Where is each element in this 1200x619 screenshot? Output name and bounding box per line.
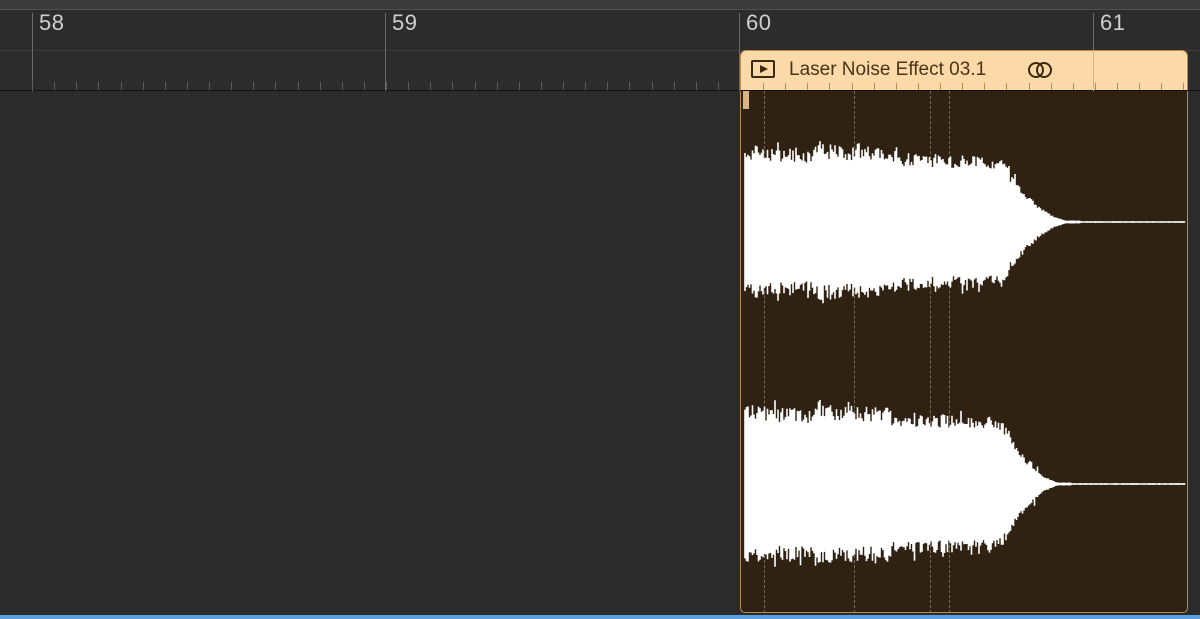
waveform-channel-left	[744, 141, 1186, 304]
header-tick	[940, 83, 941, 90]
bar-line-59	[385, 13, 386, 91]
waveform-channel-right	[744, 400, 1186, 567]
ruler-tick	[121, 82, 122, 90]
header-tick	[785, 83, 786, 90]
bar-number-58: 58	[39, 10, 65, 35]
top-edge	[0, 0, 1200, 10]
ruler-tick	[98, 82, 99, 90]
ruler-tick	[209, 82, 210, 90]
ruler-tick	[607, 82, 608, 90]
ruler-tick	[430, 82, 431, 90]
header-bar-marker	[1093, 51, 1094, 91]
header-tick	[962, 83, 963, 90]
ruler-tick	[320, 82, 321, 90]
ruler-tick	[187, 82, 188, 90]
ruler-tick	[54, 82, 55, 90]
ruler-tick	[408, 82, 409, 90]
ruler-tick	[231, 82, 232, 90]
header-tick	[1095, 83, 1096, 90]
header-tick	[1051, 83, 1052, 90]
ruler-tick	[718, 82, 719, 90]
bar-number-60: 60	[746, 10, 772, 35]
ruler-tick	[629, 82, 630, 90]
header-tick	[1183, 83, 1184, 90]
header-tick	[1006, 83, 1007, 90]
ruler-tick	[386, 82, 387, 90]
header-tick	[852, 83, 853, 90]
header-tick	[984, 83, 985, 90]
waveform-path	[744, 400, 1186, 567]
ruler-tick	[541, 82, 542, 90]
ruler-tick	[275, 82, 276, 90]
header-tick	[807, 83, 808, 90]
ruler-tick	[519, 82, 520, 90]
ruler-tick	[475, 82, 476, 90]
region-title: Laser Noise Effect 03.1	[789, 59, 987, 80]
ruler-tick	[497, 82, 498, 90]
ruler-tick	[696, 82, 697, 90]
ruler-tick	[563, 82, 564, 90]
ruler-tick	[452, 82, 453, 90]
ruler-tick	[585, 82, 586, 90]
ruler-tick	[342, 82, 343, 90]
ruler-tick	[76, 82, 77, 90]
header-tick	[763, 83, 764, 90]
ruler-tick	[32, 82, 33, 90]
bar-line-58	[32, 13, 33, 91]
ruler-tick	[674, 82, 675, 90]
waveform	[744, 141, 1186, 567]
bar-number-59: 59	[392, 10, 418, 35]
ruler-tick	[364, 82, 365, 90]
header-tick	[1139, 83, 1140, 90]
bar-number-61: 61	[1100, 10, 1126, 35]
ruler-tick	[143, 82, 144, 90]
ruler-tick	[652, 82, 653, 90]
loop-rings-icon	[1028, 62, 1052, 78]
header-tick	[1073, 83, 1074, 90]
audio-region[interactable]	[740, 91, 1188, 613]
selection-bar	[0, 615, 1200, 619]
region-header[interactable]: Laser Noise Effect 03.1	[740, 50, 1188, 91]
waveform-path	[744, 141, 1186, 304]
play-box-icon[interactable]	[751, 60, 775, 78]
header-tick	[1117, 83, 1118, 90]
ruler-tick	[253, 82, 254, 90]
header-tick	[1029, 83, 1030, 90]
header-tick	[874, 83, 875, 90]
ruler-tick	[165, 82, 166, 90]
header-tick	[829, 83, 830, 90]
header-tick	[918, 83, 919, 90]
header-tick	[1161, 83, 1162, 90]
ruler-tick	[298, 82, 299, 90]
header-tick	[896, 83, 897, 90]
